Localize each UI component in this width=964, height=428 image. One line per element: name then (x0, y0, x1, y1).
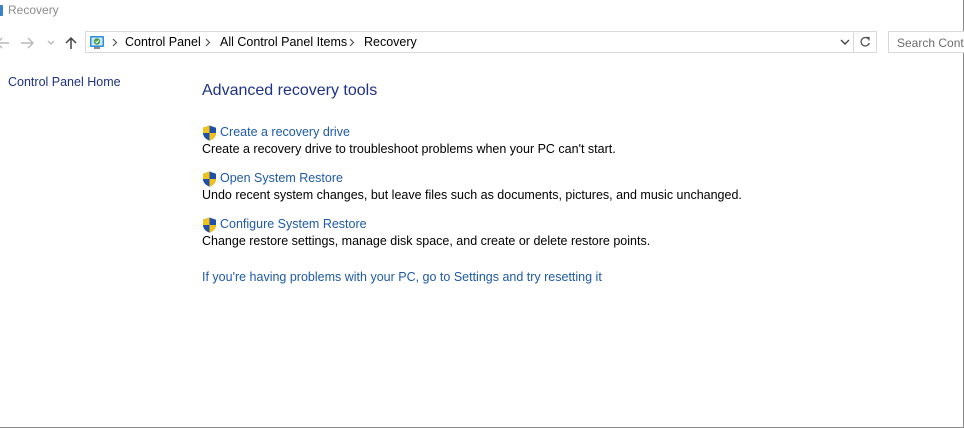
chevron-right-icon[interactable] (347, 36, 357, 48)
uac-shield-icon (202, 171, 217, 187)
back-arrow-icon[interactable] (0, 34, 12, 52)
refresh-icon[interactable] (853, 32, 876, 52)
open-system-restore-link[interactable]: Open System Restore (220, 171, 343, 185)
page-title: Advanced recovery tools (202, 82, 378, 99)
window-icon (0, 5, 3, 16)
control-panel-icon (89, 34, 105, 50)
address-bar[interactable]: Control Panel All Control Panel Items Re… (85, 31, 877, 53)
forward-arrow-icon[interactable] (18, 34, 36, 52)
breadcrumb-recovery[interactable]: Recovery (364, 35, 417, 49)
tool-description: Create a recovery drive to troubleshoot … (202, 142, 616, 156)
breadcrumb-all-items[interactable]: All Control Panel Items (220, 35, 347, 49)
chevron-right-icon[interactable] (203, 36, 213, 48)
reset-pc-link[interactable]: If you're having problems with your PC, … (202, 270, 602, 284)
chevron-right-icon[interactable] (110, 36, 120, 48)
create-recovery-drive-link[interactable]: Create a recovery drive (220, 125, 350, 139)
breadcrumb-control-panel[interactable]: Control Panel (125, 35, 201, 49)
search-input[interactable]: Search Control Panel (888, 31, 964, 53)
chevron-down-icon[interactable] (838, 35, 852, 49)
up-arrow-icon[interactable] (62, 34, 80, 52)
recent-dropdown-icon[interactable] (42, 34, 60, 52)
search-placeholder: Search Control Panel (897, 36, 964, 50)
tool-description: Change restore settings, manage disk spa… (202, 234, 651, 248)
recovery-window: Recovery Control Panel All Control Panel… (0, 0, 964, 428)
configure-system-restore-link[interactable]: Configure System Restore (220, 217, 367, 231)
uac-shield-icon (202, 125, 217, 141)
control-panel-home-link[interactable]: Control Panel Home (8, 75, 121, 89)
title-bar: Recovery (0, 0, 964, 24)
tool-description: Undo recent system changes, but leave fi… (202, 188, 742, 202)
uac-shield-icon (202, 217, 217, 233)
window-title: Recovery (8, 3, 59, 17)
